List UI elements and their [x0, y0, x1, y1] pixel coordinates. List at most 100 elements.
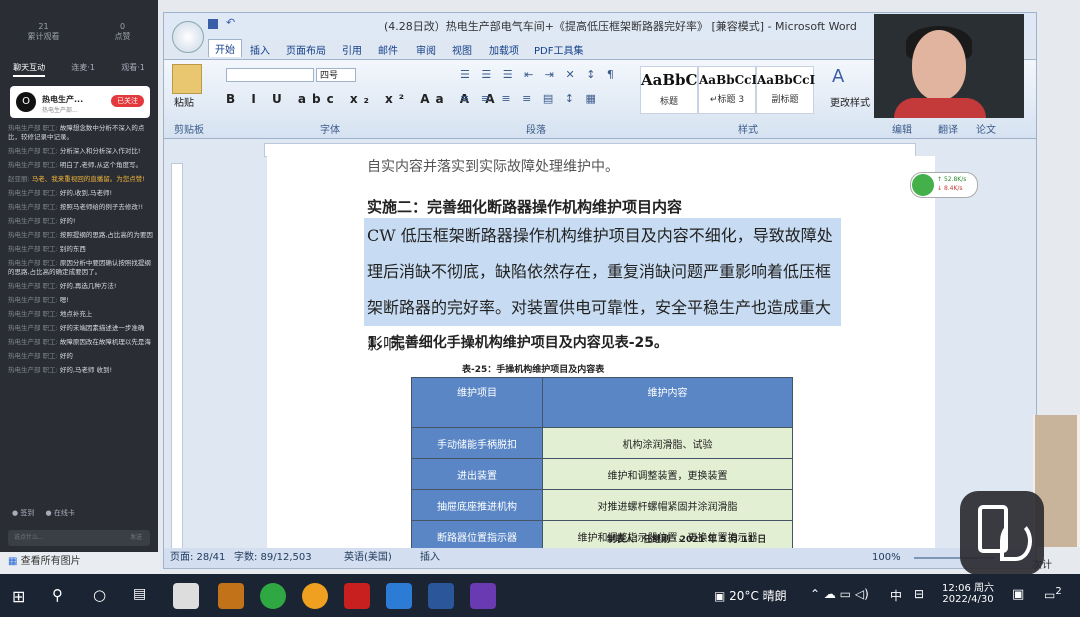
- task-view-icon[interactable]: ○: [93, 586, 106, 604]
- chat-text: 好的!: [59, 217, 76, 225]
- clock[interactable]: 12:06 周六 2022/4/30: [942, 579, 994, 605]
- group-font: 字体: [320, 125, 340, 136]
- table-row: 抽屉底座推进机构 对推进螺杆螺帽紧固并涂润滑脂: [411, 489, 793, 521]
- horizontal-ruler[interactable]: [264, 143, 916, 157]
- chat-tabs: 聊天互动 连麦·1 观看·1: [0, 62, 158, 77]
- group-translate[interactable]: 翻译: [938, 121, 958, 136]
- app-icon-2[interactable]: [218, 583, 244, 609]
- app-icon-6[interactable]: [386, 583, 412, 609]
- chat-user: 热电生产部 职工:: [8, 296, 58, 304]
- chat-input[interactable]: 说点什么... 发送: [8, 530, 150, 546]
- chat-user: 赵亚丽:: [8, 175, 30, 183]
- upload-speed: ↑ 52.8K/s: [937, 176, 967, 183]
- chat-message: 热电生产部 职工: 分析深入和分析深入作对比!: [8, 147, 154, 156]
- table-cell: 断路器位置指示器: [411, 520, 543, 552]
- windows-start-icon[interactable]: ⊞: [12, 587, 25, 606]
- chat-user: 热电生产部 职工:: [8, 161, 58, 169]
- ime-indicator[interactable]: 中: [890, 587, 902, 604]
- tab-insert[interactable]: 插入: [250, 42, 270, 57]
- online-card-button[interactable]: ● 在线卡: [45, 509, 74, 517]
- wps-icon[interactable]: [344, 583, 370, 609]
- network-speed-widget[interactable]: ↑ 52.8K/s ↓ 8.4K/s: [910, 172, 978, 198]
- chat-message: 热电生产部 职工: 别的东西: [8, 245, 154, 254]
- widgets-icon[interactable]: ▤: [133, 586, 146, 602]
- tab-home[interactable]: 开始: [208, 39, 242, 57]
- paste-icon[interactable]: [172, 64, 202, 94]
- tab-references[interactable]: 引用: [342, 42, 362, 57]
- chat-message: 热电生产部 职工: 好的,再选几种方法!: [8, 282, 154, 291]
- presenter-face: [912, 30, 966, 100]
- weather[interactable]: ▣ 20°C 晴朗: [714, 587, 787, 604]
- undo-icon[interactable]: ↶: [226, 16, 235, 29]
- chat-message: 热电生产部 职工: 嗯!: [8, 296, 154, 305]
- tab-pdf[interactable]: PDF工具集: [534, 42, 583, 57]
- font-name-box[interactable]: [226, 68, 314, 82]
- status-page[interactable]: 页面: 28/41: [170, 548, 225, 568]
- photo-bar[interactable]: ▦ 查看所有图片: [0, 552, 160, 574]
- status-words[interactable]: 字数: 89/12,503: [234, 548, 312, 568]
- chat-text: 好的,马老师 收到!: [59, 366, 113, 374]
- cut-line: 自实内容并落实到实际故障处理维护中。: [367, 159, 619, 175]
- ime-mode-icon[interactable]: ⊟: [914, 587, 924, 601]
- word-taskbar-icon[interactable]: [428, 583, 454, 609]
- group-paper[interactable]: 论文: [976, 121, 996, 136]
- channel-name: 热电生产...: [42, 95, 84, 104]
- style-subtitle[interactable]: AaBbCcI 副标题: [756, 66, 815, 114]
- chat-message: 赵亚丽: 马老、我来重视回的直播留。为您点赞!: [8, 175, 154, 184]
- align-buttons[interactable]: ≡ ≡ ≡ ≡ ▤ ↕ ▦: [460, 92, 600, 105]
- app-icon-8[interactable]: [470, 583, 496, 609]
- status-lang[interactable]: 英语(美国): [344, 548, 392, 568]
- tab-layout[interactable]: 页面布局: [286, 42, 326, 57]
- network-gauge-icon: [912, 174, 934, 196]
- floating-app-icon[interactable]: [960, 491, 1044, 575]
- chat-text: 地点补充上: [59, 310, 93, 318]
- group-clipboard: 剪贴板: [174, 125, 204, 136]
- send-button[interactable]: 发送: [130, 530, 142, 546]
- tab-chat[interactable]: 聊天互动: [13, 62, 46, 77]
- tab-mailings[interactable]: 邮件: [378, 42, 398, 57]
- chat-user: 热电生产部 职工:: [8, 147, 58, 155]
- vertical-ruler[interactable]: [171, 163, 183, 550]
- app-icon-1[interactable]: [173, 583, 199, 609]
- follow-button[interactable]: 已关注: [111, 95, 144, 107]
- chat-user: 热电生产部 职工:: [8, 217, 58, 225]
- font-size-box[interactable]: 四号: [316, 68, 356, 82]
- tab-viewers[interactable]: 观看·1: [121, 62, 145, 77]
- tray-icons[interactable]: ⌃ ☁ ▭ ◁): [810, 587, 869, 601]
- style-title[interactable]: AaBbC 标题: [640, 66, 698, 114]
- chat-message: 热电生产部 职工: 好的末端因素描述进一步准确: [8, 324, 154, 333]
- document-page[interactable]: 自实内容并落实到实际故障处理维护中。 实施二：完善细化断路器操作机构维护项目内容…: [267, 156, 935, 556]
- app-icon-3[interactable]: [260, 583, 286, 609]
- chat-user: 热电生产部 职工:: [8, 124, 58, 132]
- chat-message: 热电生产部 职工: 按照马老师给的例子去修改!!: [8, 203, 154, 212]
- chat-message: 热电生产部 职工: 好的: [8, 352, 154, 361]
- zoom-level[interactable]: 100%: [872, 548, 901, 568]
- chat-text: 好的,再选几种方法!: [59, 282, 117, 290]
- chat-text: 明白了,老师,从这个角度写。: [59, 161, 142, 169]
- search-icon[interactable]: ⚲: [52, 586, 63, 604]
- chat-text: 好的: [59, 352, 73, 360]
- app-tray-icon[interactable]: ▣: [1012, 587, 1024, 602]
- group-editing[interactable]: 编辑: [892, 121, 912, 136]
- maintenance-table[interactable]: 维护项目 维护内容 手动储能手柄脱扣 机构涂润滑脂、试验 进出装置 维护和调整装置，更…: [411, 377, 793, 552]
- chat-text: 分析深入和分析深入作对比!: [59, 147, 141, 155]
- tab-addins[interactable]: 加载项: [489, 42, 519, 57]
- signin-button[interactable]: ● 签到: [12, 509, 34, 517]
- style-heading3[interactable]: AaBbCcD ↵标题 3: [698, 66, 762, 114]
- notification-icon[interactable]: ▭2: [1044, 586, 1062, 602]
- channel-card[interactable]: O 热电生产... 热电生产部... 已关注: [10, 86, 150, 118]
- paragraph-buttons[interactable]: ☰ ☰ ☰ ⇤ ⇥ ✕ ↕ ¶: [460, 68, 618, 81]
- group-paragraph: 段落: [526, 125, 546, 136]
- tab-mic[interactable]: 连麦·1: [71, 62, 95, 77]
- tab-view[interactable]: 视图: [452, 42, 472, 57]
- tab-review[interactable]: 审阅: [416, 42, 436, 57]
- view-all-photos[interactable]: 查看所有图片: [21, 556, 81, 567]
- table-caption: 表-25：手操机构维护项目及内容表: [462, 365, 605, 375]
- save-icon[interactable]: [208, 19, 218, 29]
- group-styles: 样式: [738, 125, 758, 136]
- chat-user: 热电生产部 职工:: [8, 245, 58, 253]
- status-insert[interactable]: 插入: [420, 548, 440, 568]
- chat-message: 热电生产部 职工: 地点补充上: [8, 310, 154, 319]
- change-style-icon[interactable]: A: [832, 66, 844, 87]
- app-icon-4[interactable]: [302, 583, 328, 609]
